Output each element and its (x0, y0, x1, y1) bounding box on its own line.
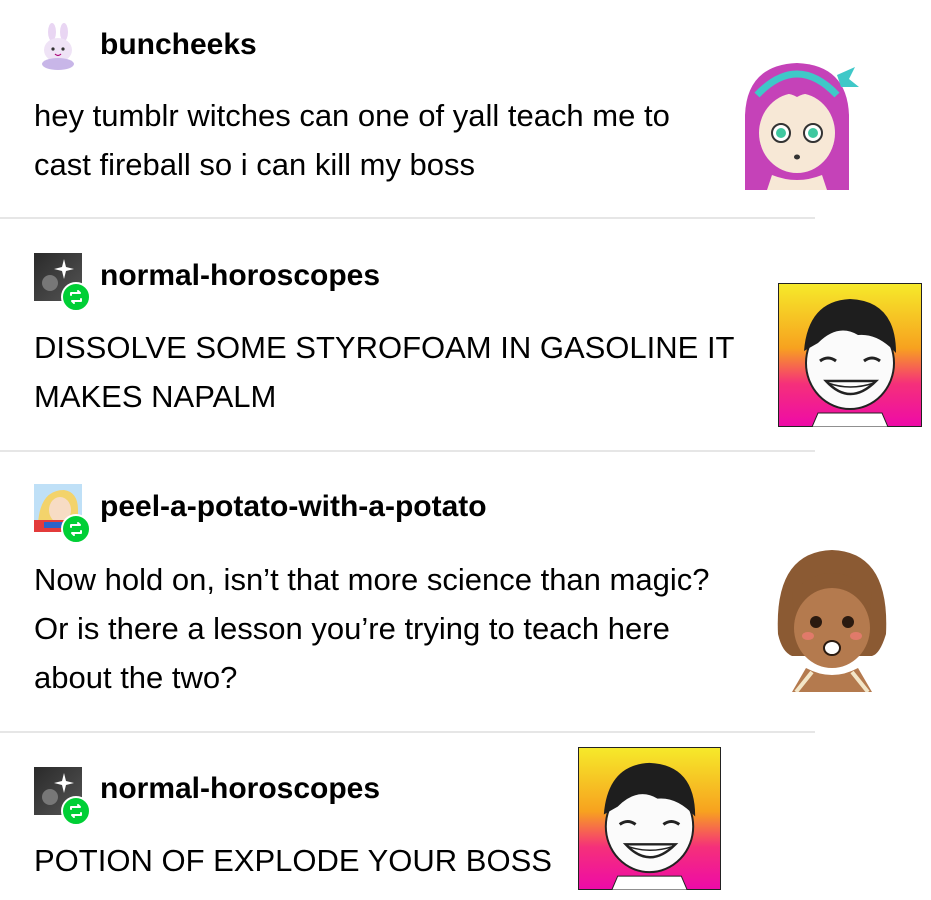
grinning-character-glitch-image (578, 747, 721, 890)
post-text-line: cast fireball so i can kill my boss (34, 147, 476, 182)
pink-haired-character-image (737, 55, 862, 190)
post-text-line: hey tumblr witches can one of yall teach… (34, 98, 670, 133)
post-text-line: MAKES NAPALM (34, 379, 277, 414)
username[interactable]: buncheeks (100, 27, 257, 63)
bunny-avatar-icon[interactable] (34, 22, 82, 70)
brown-haired-character-image (772, 544, 892, 692)
grinning-character-glitch-image (778, 283, 922, 427)
divider (0, 217, 815, 219)
reblog-badge-icon (61, 514, 91, 544)
post-text-line: POTION OF EXPLODE YOUR BOSS (34, 843, 552, 878)
username[interactable]: peel-a-potato-with-a-potato (100, 489, 487, 525)
divider (0, 731, 815, 733)
post-text-line: Or is there a lesson you’re trying to te… (34, 611, 670, 646)
divider (0, 450, 815, 452)
post-text-line: DISSOLVE SOME STYROFOAM IN GASOLINE IT (34, 330, 735, 365)
username[interactable]: normal-horoscopes (100, 771, 380, 807)
reblog-badge-icon (61, 282, 91, 312)
username[interactable]: normal-horoscopes (100, 258, 380, 294)
reblog-badge-icon (61, 796, 91, 826)
post-text-line: about the two? (34, 660, 238, 695)
post-text-line: Now hold on, isn’t that more science tha… (34, 562, 710, 597)
